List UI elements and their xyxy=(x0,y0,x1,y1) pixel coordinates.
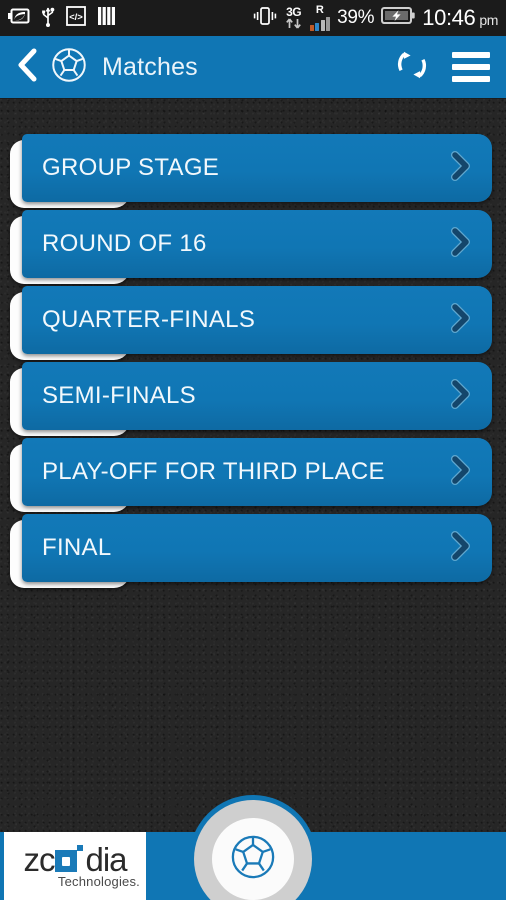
logo-dot-mark xyxy=(77,845,84,851)
stage-card-semi-finals[interactable]: SEMI-FINALS xyxy=(22,362,492,430)
list-item: FINAL xyxy=(0,512,506,588)
battery-percent-label: 39% xyxy=(337,7,375,28)
logo-wordmark: zc dia xyxy=(23,840,127,878)
fab-inner-circle xyxy=(212,818,294,900)
page-title: Matches xyxy=(102,52,198,81)
hamburger-menu-icon[interactable] xyxy=(452,52,490,82)
chevron-right-icon xyxy=(448,378,474,415)
chevron-right-icon xyxy=(448,226,474,263)
usb-icon xyxy=(41,5,55,32)
app-header: Matches xyxy=(0,36,506,98)
list-item: PLAY-OFF FOR THIRD PLACE xyxy=(0,436,506,512)
stage-card-quarter-finals[interactable]: QUARTER-FINALS xyxy=(22,286,492,354)
logo-subtitle: Technologies. xyxy=(57,873,140,889)
svg-text:</>: </> xyxy=(69,12,83,23)
bottom-bar: zc dia Technologies. xyxy=(0,795,506,900)
clock: 10:46 pm xyxy=(422,5,498,31)
logo-text-after: dia xyxy=(85,840,127,878)
equalizer-bars-icon xyxy=(97,6,117,31)
chevron-right-icon xyxy=(448,454,474,491)
header-actions xyxy=(393,46,490,89)
clock-time: 10:46 xyxy=(422,5,476,30)
soccer-ball-icon[interactable] xyxy=(51,47,87,88)
zcodia-logo[interactable]: zc dia Technologies. xyxy=(4,832,146,900)
list-item-label: PLAY-OFF FOR THIRD PLACE xyxy=(42,458,385,485)
developer-mode-icon: </> xyxy=(66,5,86,31)
match-stage-list: GROUP STAGE ROUND OF 16 QUARTER-FINALS S… xyxy=(0,132,506,588)
logo-square-mark xyxy=(55,850,78,872)
list-item: ROUND OF 16 xyxy=(0,208,506,284)
power-saving-leaf-icon xyxy=(8,7,30,30)
battery-charging-icon xyxy=(381,6,415,30)
vibrate-icon xyxy=(252,6,278,31)
fab-outer-ring xyxy=(194,800,312,900)
signal-strength-indicator: R xyxy=(309,3,331,31)
status-bar: </> 3G R 39% 10:46 pm xyxy=(0,0,506,36)
clock-ampm: pm xyxy=(479,12,498,28)
app-root: </> 3G R 39% 10:46 pm Matches GROUP STAG… xyxy=(0,0,506,900)
back-chevron-icon[interactable] xyxy=(16,48,38,87)
logo-text-before: zc xyxy=(23,840,55,878)
list-item: GROUP STAGE xyxy=(0,132,506,208)
soccer-ball-icon xyxy=(230,834,276,885)
chevron-right-icon xyxy=(448,302,474,339)
soccer-ball-fab-button[interactable] xyxy=(189,795,317,900)
refresh-icon[interactable] xyxy=(393,46,431,89)
status-bar-left-icons: </> xyxy=(8,5,117,32)
stage-card-group-stage[interactable]: GROUP STAGE xyxy=(22,134,492,202)
list-item-label: SEMI-FINALS xyxy=(42,382,196,409)
list-item-label: GROUP STAGE xyxy=(42,154,220,181)
chevron-right-icon xyxy=(448,530,474,567)
signal-bars-icon xyxy=(309,16,331,31)
status-bar-right-icons: 3G R 39% 10:46 pm xyxy=(252,3,498,31)
network-type-indicator: 3G xyxy=(285,5,303,29)
list-item: QUARTER-FINALS xyxy=(0,284,506,360)
stage-card-play-off-for-third-place[interactable]: PLAY-OFF FOR THIRD PLACE xyxy=(22,438,492,506)
list-item: SEMI-FINALS xyxy=(0,360,506,436)
list-item-label: QUARTER-FINALS xyxy=(42,306,256,333)
stage-card-final[interactable]: FINAL xyxy=(22,514,492,582)
network-type-label: 3G xyxy=(286,5,302,19)
chevron-right-icon xyxy=(448,150,474,187)
list-item-label: FINAL xyxy=(42,534,112,561)
roaming-label: R xyxy=(315,3,324,16)
list-item-label: ROUND OF 16 xyxy=(42,230,207,257)
stage-card-round-of-16[interactable]: ROUND OF 16 xyxy=(22,210,492,278)
